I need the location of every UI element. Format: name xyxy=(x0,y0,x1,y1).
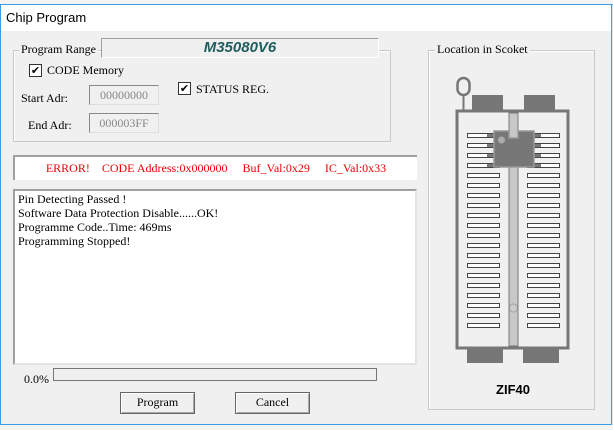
socket-slot-left xyxy=(467,173,500,178)
socket-type-label: ZIF40 xyxy=(496,382,530,397)
socket-slot-left xyxy=(467,293,500,298)
code-memory-checkbox[interactable]: ✔ xyxy=(29,64,42,77)
socket-slot-left xyxy=(467,273,500,278)
socket-slot-left xyxy=(467,243,500,248)
error-status-line: ERROR! CODE Address:0x000000 Buf_Val:0x2… xyxy=(13,155,417,180)
socket-top-tab xyxy=(472,95,503,110)
end-adr-input[interactable]: 000003FF xyxy=(89,113,159,133)
socket-slot-right xyxy=(527,283,560,288)
socket-slot-right xyxy=(527,223,560,228)
socket-slot-right xyxy=(527,323,560,328)
socket-slot-right xyxy=(527,243,560,248)
socket-location-label: Location in Scoket xyxy=(435,42,530,57)
log-line: Programming Stopped! xyxy=(18,234,131,248)
socket-slot-right xyxy=(527,183,560,188)
socket-slot-left xyxy=(467,313,500,318)
cancel-button[interactable]: Cancel xyxy=(235,392,310,414)
socket-slot-right xyxy=(527,253,560,258)
status-reg-label: STATUS REG. xyxy=(196,82,270,96)
title-bar[interactable]: Chip Program xyxy=(1,5,611,31)
socket-slot-right xyxy=(527,193,560,198)
check-icon: ✔ xyxy=(30,64,41,77)
socket-center-circle xyxy=(509,303,518,313)
chip-pin1-dot xyxy=(498,136,505,144)
zif-socket-diagram xyxy=(455,76,570,363)
socket-slot-right xyxy=(527,313,560,318)
status-reg-checkbox[interactable]: ✔ xyxy=(178,82,191,95)
socket-slot-left xyxy=(467,203,500,208)
socket-slot-left xyxy=(467,223,500,228)
socket-top-tab xyxy=(524,95,555,110)
socket-slot-right xyxy=(527,263,560,268)
check-icon: ✔ xyxy=(179,82,190,95)
log-line: Programme Code..Time: 469ms xyxy=(18,220,172,234)
window-title: Chip Program xyxy=(6,10,87,25)
code-memory-label: CODE Memory xyxy=(47,63,124,77)
log-line: Pin Detecting Passed ! xyxy=(18,192,127,206)
program-range-label: Program Range xyxy=(19,42,98,57)
socket-slot-right xyxy=(527,233,560,238)
socket-slot-right xyxy=(527,303,560,308)
socket-slot-right xyxy=(527,293,560,298)
socket-slot-left xyxy=(467,253,500,258)
log-output[interactable]: Pin Detecting Passed ! Software Data Pro… xyxy=(13,189,417,365)
start-adr-input[interactable]: 00000000 xyxy=(89,85,159,105)
end-adr-label: End Adr: xyxy=(28,118,72,132)
background-app-strip-bottom xyxy=(0,425,613,430)
socket-slot-right xyxy=(527,213,560,218)
socket-slot-right xyxy=(527,273,560,278)
socket-slot-left xyxy=(467,193,500,198)
socket-slot-right xyxy=(527,173,560,178)
socket-slot-left xyxy=(467,323,500,328)
socket-slot-left xyxy=(467,233,500,238)
chip-name-display: M35080V6 xyxy=(101,38,379,58)
progress-percent: 0.0% xyxy=(24,372,49,386)
program-button[interactable]: Program xyxy=(120,392,195,414)
lever-ring-icon xyxy=(456,76,471,97)
socket-slot-left xyxy=(467,263,500,268)
socket-slot-right xyxy=(527,203,560,208)
progress-bar xyxy=(53,368,377,381)
socket-slot-left xyxy=(467,183,500,188)
socket-slot-left xyxy=(467,303,500,308)
start-adr-label: Start Adr: xyxy=(21,91,68,105)
socket-graphic xyxy=(455,76,570,363)
socket-slot-left xyxy=(467,283,500,288)
chip-program-dialog: Chip Program Program Range M35080V6 ✔ CO… xyxy=(0,4,612,425)
socket-slot-left xyxy=(467,213,500,218)
log-line: Software Data Protection Disable......OK… xyxy=(18,206,219,220)
